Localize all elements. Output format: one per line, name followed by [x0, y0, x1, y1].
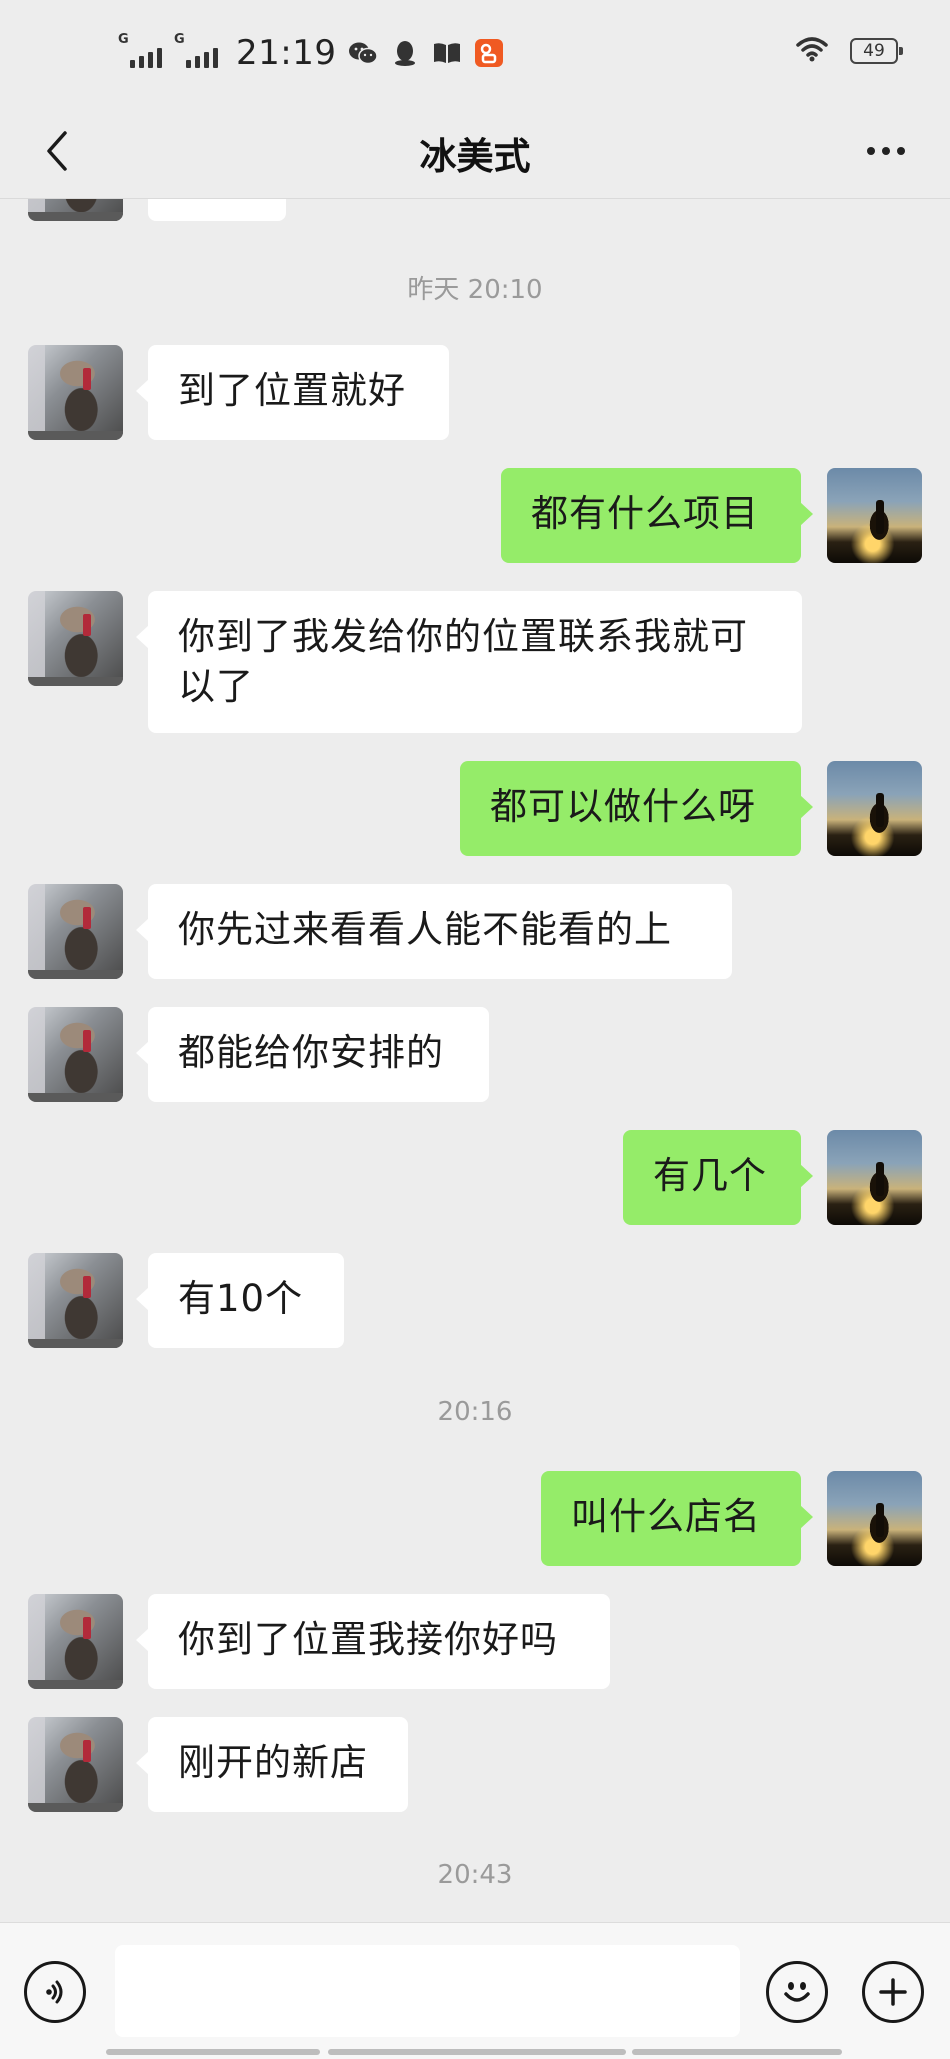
- message-bubble-incoming[interactable]: 刚开的新店: [136, 1717, 408, 1812]
- signal-label: G: [118, 32, 129, 47]
- message-bubble-incoming[interactable]: 有10个: [136, 1253, 344, 1348]
- contact-avatar[interactable]: [28, 591, 123, 686]
- status-bar: G G 21:19 49: [0, 0, 950, 104]
- timestamp: 20:43: [437, 1860, 513, 1890]
- more-icon: [867, 147, 875, 155]
- message-list[interactable]: 昨天 20:10 到了位置就好 都有什么项目 你到了我发给你的位置联系我就可以了…: [0, 199, 950, 1922]
- message-bubble-incoming[interactable]: 都能给你安排的: [136, 1007, 489, 1102]
- home-indicator: [632, 2049, 842, 2055]
- message-bubble-outgoing[interactable]: 都可以做什么呀: [460, 761, 813, 856]
- contact-avatar[interactable]: [28, 1717, 123, 1812]
- signal-label: G: [174, 32, 185, 47]
- message-bubble-outgoing[interactable]: 叫什么店名: [541, 1471, 813, 1566]
- more-button[interactable]: [858, 128, 914, 174]
- chat-header: 冰美式: [0, 104, 950, 199]
- qq-icon: [390, 38, 420, 68]
- message-input[interactable]: [115, 1945, 740, 2037]
- emoji-icon: [784, 1982, 810, 2002]
- book-icon: [432, 38, 462, 68]
- wechat-icon: [348, 38, 379, 68]
- message-bubble-incoming[interactable]: 你到了位置我接你好吗: [136, 1594, 610, 1689]
- my-avatar[interactable]: [827, 1471, 922, 1566]
- emoji-button[interactable]: [766, 1961, 828, 2023]
- timestamp: 昨天 20:10: [407, 275, 543, 305]
- home-indicator: [106, 2049, 320, 2055]
- signal-icon: G: [118, 32, 162, 68]
- message-bubble-outgoing[interactable]: 有几个: [623, 1130, 813, 1225]
- contact-avatar[interactable]: [28, 1594, 123, 1689]
- my-avatar[interactable]: [827, 468, 922, 563]
- timestamp: 20:16: [437, 1397, 513, 1427]
- battery-level: 49: [863, 41, 885, 61]
- battery-icon: 49: [850, 38, 903, 64]
- status-time: 21:19: [236, 33, 337, 73]
- home-indicator: [328, 2049, 626, 2055]
- message-bubble-incoming[interactable]: 你先过来看看人能不能看的上: [136, 884, 732, 979]
- contact-avatar[interactable]: [28, 884, 123, 979]
- wifi-icon: [796, 36, 828, 66]
- plus-button[interactable]: [862, 1961, 924, 2023]
- signal-icon: G: [174, 32, 218, 68]
- contact-avatar[interactable]: [28, 1253, 123, 1348]
- contact-avatar[interactable]: [28, 199, 123, 221]
- my-avatar[interactable]: [827, 761, 922, 856]
- message-bubble-partial[interactable]: [148, 199, 286, 221]
- message-bubble-incoming[interactable]: 你到了我发给你的位置联系我就可以了: [136, 591, 802, 733]
- plus-icon: [879, 1978, 907, 2006]
- voice-button[interactable]: [24, 1961, 86, 2023]
- input-bar: [0, 1922, 950, 2059]
- contact-avatar[interactable]: [28, 1007, 123, 1102]
- app-badge-icon: [474, 38, 504, 68]
- chat-title: 冰美式: [419, 135, 531, 178]
- message-bubble-incoming[interactable]: 到了位置就好: [136, 345, 449, 440]
- my-avatar[interactable]: [827, 1130, 922, 1225]
- message-bubble-outgoing[interactable]: 都有什么项目: [501, 468, 813, 563]
- voice-icon: [46, 1980, 63, 2004]
- contact-avatar[interactable]: [28, 345, 123, 440]
